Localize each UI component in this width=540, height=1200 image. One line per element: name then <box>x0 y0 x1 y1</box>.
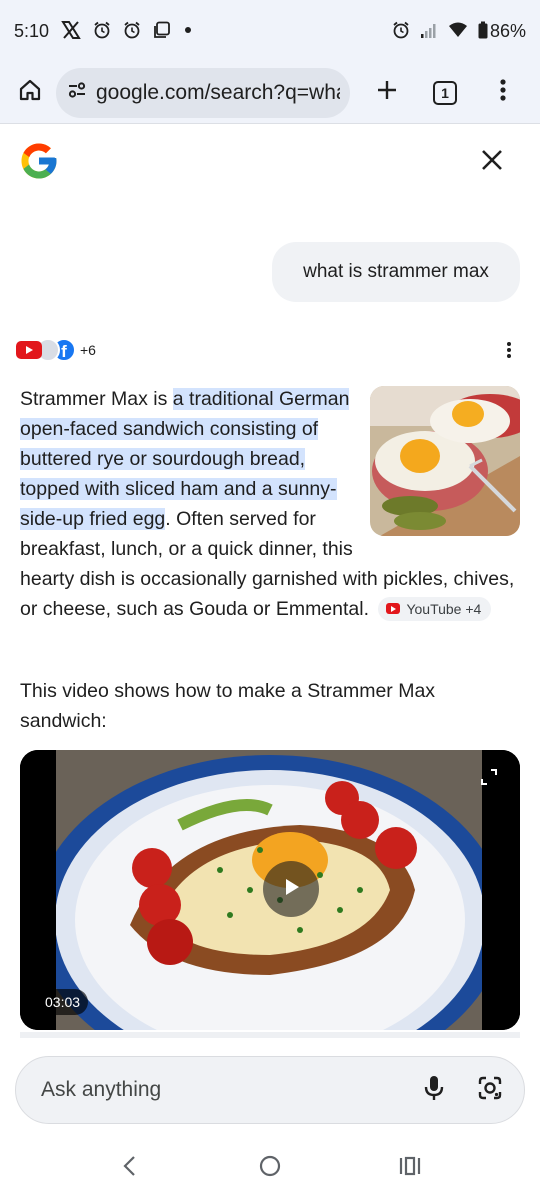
video-intro-text: This video shows how to make a Strammer … <box>20 680 436 732</box>
plus-icon <box>375 78 399 107</box>
status-bar: 5:10 86% <box>0 0 540 62</box>
more-vert-icon <box>499 78 507 107</box>
status-left: 5:10 <box>14 20 193 42</box>
back-icon <box>122 1155 138 1182</box>
mic-icon <box>423 1075 445 1106</box>
youtube-icon <box>386 603 401 614</box>
system-nav-bar <box>0 1136 540 1200</box>
home-button[interactable] <box>4 67 56 119</box>
divider <box>20 1032 520 1038</box>
source-chip-label: YouTube +4 <box>406 600 482 617</box>
recents-icon <box>398 1155 422 1182</box>
source-chip[interactable]: YouTube +4 <box>378 596 492 621</box>
user-query-text: what is strammer max <box>303 261 489 282</box>
browser-menu-button[interactable] <box>474 67 532 119</box>
answer-intro: Strammer Max is <box>20 388 173 410</box>
home-circle-icon <box>258 1154 282 1183</box>
x-icon <box>61 20 81 42</box>
youtube-icon <box>16 341 42 359</box>
ask-bar <box>15 1056 525 1124</box>
signal-icon <box>420 21 438 42</box>
fullscreen-button[interactable] <box>478 766 500 788</box>
fullscreen-icon <box>478 769 500 792</box>
voice-search-button[interactable] <box>406 1062 462 1118</box>
battery-status: 86% <box>478 21 526 42</box>
close-button[interactable] <box>470 140 514 184</box>
video-duration: 03:03 <box>37 989 89 1015</box>
alarm-icon <box>93 21 111 42</box>
play-icon <box>280 876 302 903</box>
home-icon <box>18 78 42 107</box>
wifi-icon <box>448 21 468 42</box>
lens-button[interactable] <box>462 1062 518 1118</box>
address-bar[interactable]: google.com/search?q=wha <box>56 67 350 118</box>
answer-image[interactable] <box>370 386 520 536</box>
ask-input[interactable] <box>41 1070 406 1110</box>
status-time: 5:10 <box>14 20 50 41</box>
back-button[interactable] <box>100 1143 160 1193</box>
status-right: 86% <box>392 21 526 42</box>
google-logo <box>18 140 60 182</box>
video-player[interactable]: 03:03 <box>20 750 520 1030</box>
alarm-icon <box>123 21 141 42</box>
ai-answer: Strammer Max is a traditional German ope… <box>20 384 520 624</box>
sources-row[interactable]: f +6 <box>16 338 96 362</box>
dot-icon <box>183 21 193 42</box>
screen-icon <box>153 21 171 42</box>
alarm-icon <box>392 21 410 42</box>
more-vert-icon <box>506 341 512 364</box>
answer-menu-button[interactable] <box>496 338 522 366</box>
new-tab-button[interactable] <box>358 67 416 119</box>
camera-lens-icon <box>477 1075 503 1106</box>
home-nav-button[interactable] <box>240 1143 300 1193</box>
browser-toolbar: google.com/search?q=wha 1 <box>0 62 540 124</box>
sources-more-count: +6 <box>80 342 96 358</box>
close-icon <box>481 149 503 176</box>
play-button[interactable] <box>263 861 319 917</box>
battery-icon <box>478 21 488 42</box>
recents-button[interactable] <box>380 1143 440 1193</box>
tab-switcher-button[interactable]: 1 <box>416 67 474 119</box>
site-settings-icon[interactable] <box>66 79 88 106</box>
battery-percent: 86% <box>489 20 526 41</box>
tab-count: 1 <box>433 80 457 105</box>
url-text: google.com/search?q=wha <box>96 80 340 104</box>
user-query-bubble: what is strammer max <box>272 242 520 302</box>
